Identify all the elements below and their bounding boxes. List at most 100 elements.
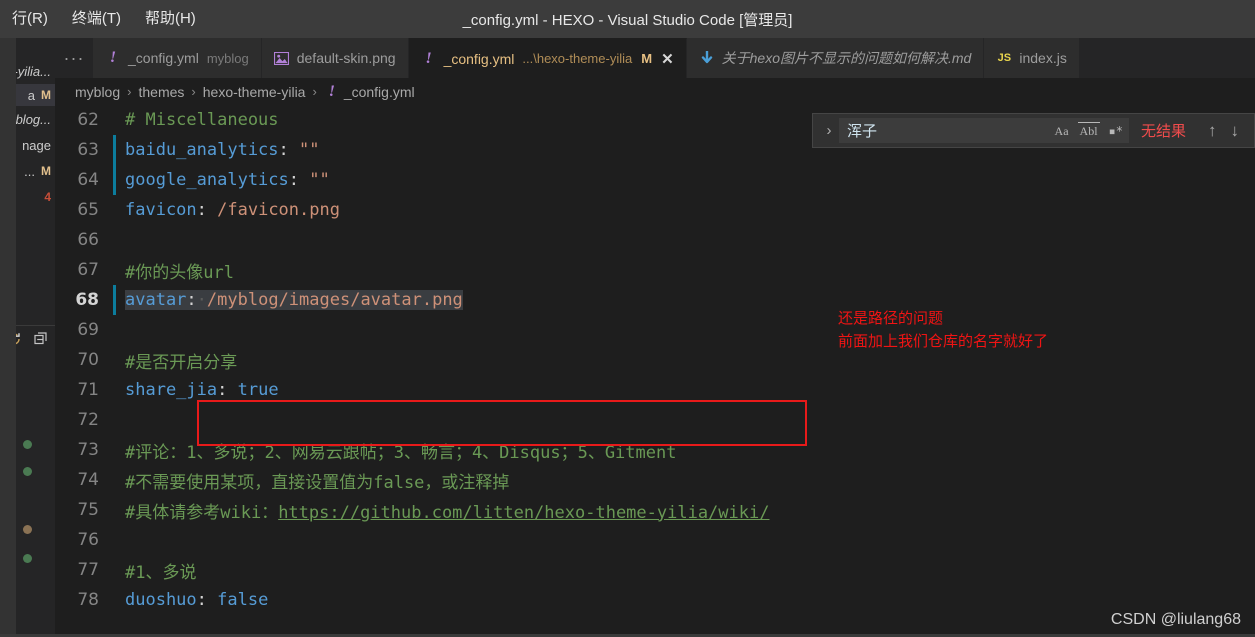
yaml-file-icon: ! [425, 49, 432, 67]
whole-word-icon[interactable]: Abl [1077, 122, 1100, 139]
tab-label: _config.yml [443, 50, 515, 67]
code-text: #具体请参考wiki：https://github.com/litten/hex… [111, 498, 769, 523]
modified-badge: M [41, 164, 51, 178]
line-number: 68 [75, 290, 99, 310]
code-line[interactable]: 74 #不需要使用某项，直接设置值为false，或注释掉 [55, 465, 1255, 495]
red-annotation-text: 还是路径的问题 前面加上我们仓库的名字就好了 [838, 307, 1048, 353]
code-text: # Miscellaneous [111, 110, 279, 130]
code-token: "" [288, 140, 320, 160]
code-token: /favicon.png [206, 200, 340, 220]
code-token: baidu_analytics [125, 140, 279, 160]
tab-default-skin-png[interactable]: default-skin.png [261, 38, 409, 78]
menu-bar: 行(R) 终端(T) 帮助(H) [0, 0, 208, 38]
title-bar: 行(R) 终端(T) 帮助(H) _config.yml - HEXO - Vi… [0, 0, 1255, 38]
code-line[interactable]: 77 #1、多说 [55, 555, 1255, 585]
code-text: baidu_analytics: "" [111, 140, 320, 160]
code-line[interactable]: 68 avatar:·/myblog/images/avatar.png [55, 285, 1255, 315]
code-token: duoshuo [125, 590, 197, 610]
tab-index-js[interactable]: JS index.js [984, 38, 1080, 78]
code-line[interactable]: 78 duoshuo: false [55, 585, 1255, 615]
breadcrumb-item-myblog[interactable]: myblog [75, 84, 120, 100]
js-file-icon: JS [997, 52, 1012, 64]
line-number: 69 [77, 320, 99, 340]
line-number: 66 [77, 230, 99, 250]
line-number: 70 [77, 350, 99, 370]
explorer-row-label: ... [24, 163, 35, 179]
breadcrumb-item-themes[interactable]: themes [138, 84, 184, 100]
code-token: share_jia [125, 380, 218, 400]
code-line[interactable]: 69 [55, 315, 1255, 345]
code-line[interactable]: 66 [55, 225, 1255, 255]
minimap-dot [23, 440, 32, 449]
tab-label: 关于hexo图片不显示的问题如何解决.md [721, 50, 972, 66]
code-token: #不需要使用某项，直接设置值为false，或注释掉 [125, 472, 510, 493]
menu-item-help[interactable]: 帮助(H) [133, 0, 208, 38]
match-case-icon[interactable]: Aa [1053, 123, 1071, 139]
tab-sublabel: ...\hexo-theme-yilia [522, 51, 633, 66]
find-widget[interactable]: › 浑子 Aa Abl ▪* 无结果 ↑ ↓ [812, 113, 1255, 148]
find-navigation: ↑ ↓ [1208, 121, 1239, 141]
find-result-count: 无结果 [1141, 123, 1187, 140]
code-line[interactable]: 71 share_jia: true [55, 375, 1255, 405]
yaml-file-icon: ! [109, 49, 117, 66]
modified-badge: M [41, 88, 51, 102]
code-text: #1、多说 [111, 558, 196, 583]
problem-count-badge: 4 [44, 190, 51, 204]
line-number: 75 [77, 500, 99, 520]
code-line[interactable]: 75 #具体请参考wiki：https://github.com/litten/h… [55, 495, 1255, 525]
explorer-row-label: nage [22, 137, 51, 153]
find-input-wrapper[interactable]: 浑子 Aa Abl ▪* [839, 118, 1129, 143]
code-line[interactable]: 70 #是否开启分享 [55, 345, 1255, 375]
code-text: avatar:·/myblog/images/avatar.png [111, 290, 463, 310]
line-number: 63 [77, 140, 99, 160]
tab-config-yml-myblog[interactable]: ! _config.yml myblog [93, 38, 262, 78]
find-next-icon[interactable]: ↓ [1231, 121, 1240, 141]
code-token: #具体请参考wiki： [125, 502, 279, 523]
find-previous-icon[interactable]: ↑ [1208, 121, 1217, 141]
code-token: "" [299, 170, 330, 190]
search-input[interactable]: 浑子 [847, 120, 1053, 141]
code-line[interactable]: 72 [55, 405, 1255, 435]
code-text: #评论：1、多说；2、网易云跟帖；3、畅言；4、Disqus；5、Gitment [111, 438, 676, 463]
chevron-right-icon: › [191, 84, 196, 99]
tab-label: default-skin.png [296, 50, 396, 66]
code-text: #不需要使用某项，直接设置值为false，或注释掉 [111, 468, 509, 493]
chevron-right-icon[interactable]: › [819, 122, 839, 139]
menu-item-terminal[interactable]: 终端(T) [60, 0, 133, 38]
minimap-dot [23, 525, 32, 534]
line-number: 76 [77, 530, 99, 550]
breadcrumb-item-config-yml[interactable]: _config.yml [344, 84, 415, 100]
markdown-file-icon [699, 50, 715, 66]
close-icon[interactable]: ✕ [661, 50, 674, 68]
code-line[interactable]: 64 google_analytics: "" [55, 165, 1255, 195]
code-token: false [206, 590, 269, 610]
code-token: favicon [125, 200, 197, 220]
minimap-dot [23, 467, 32, 476]
tab-label: index.js [1019, 50, 1067, 66]
code-line[interactable]: 76 [55, 525, 1255, 555]
line-number: 74 [77, 470, 99, 490]
breadcrumb-item-hexo-theme-yilia[interactable]: hexo-theme-yilia [203, 84, 306, 100]
code-token: #评论：1、多说；2、网易云跟帖；3、畅言；4、Disqus；5、Gitment [125, 442, 677, 463]
regex-icon[interactable]: ▪* [1107, 123, 1125, 139]
annotation-line-2: 前面加上我们仓库的名字就好了 [838, 333, 1049, 350]
tab-config-yml-hexo-theme-yilia[interactable]: ! _config.yml ...\hexo-theme-yilia M ✕ [408, 38, 687, 78]
collapse-all-icon[interactable] [33, 331, 49, 347]
code-line[interactable]: 73 #评论：1、多说；2、网易云跟帖；3、畅言；4、Disqus；5、Gitme… [55, 435, 1255, 465]
tab-markdown-article[interactable]: 关于hexo图片不显示的问题如何解决.md [686, 38, 985, 78]
code-editor[interactable]: 62 # Miscellaneous 63 baidu_analytics: "" 64… [55, 105, 1255, 637]
minimap-dot [23, 554, 32, 563]
tabs-overflow-icon[interactable]: ··· [55, 38, 93, 78]
code-text: share_jia: true [111, 380, 279, 400]
code-token: google_analytics [125, 170, 289, 190]
tab-label: _config.yml [128, 50, 199, 66]
code-token: https://github.com/litten/hexo-theme-yil… [278, 502, 770, 523]
code-line[interactable]: 65 favicon: /favicon.png [55, 195, 1255, 225]
code-line[interactable]: 67 #你的头像url [55, 255, 1255, 285]
tab-sublabel: myblog [206, 50, 249, 66]
line-number: 71 [77, 380, 99, 400]
line-number: 78 [77, 590, 99, 610]
tab-modified-indicator: M [641, 51, 653, 66]
code-token: · [196, 290, 207, 310]
menu-item-line[interactable]: 行(R) [0, 0, 60, 38]
